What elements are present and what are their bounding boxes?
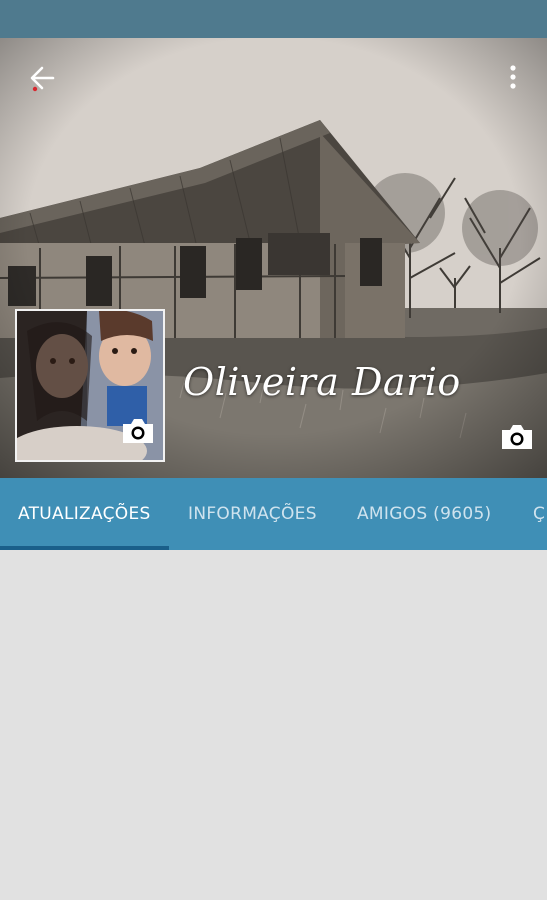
camera-icon <box>120 416 156 450</box>
content-area <box>0 550 547 900</box>
tab-informacoes[interactable]: INFORMAÇÕES <box>188 478 317 550</box>
change-cover-button[interactable] <box>497 422 537 456</box>
profile-tabs: ATUALIZAÇÕES INFORMAÇÕES AMIGOS (9605) Ç <box>0 478 547 550</box>
status-bar <box>0 0 547 38</box>
more-options-button[interactable] <box>489 56 537 104</box>
arrow-left-icon <box>27 63 57 97</box>
camera-icon <box>499 422 535 456</box>
profile-name: Oliveira Dario <box>183 360 461 404</box>
more-vertical-icon <box>508 63 518 97</box>
back-button[interactable] <box>18 56 66 104</box>
tab-atualizacoes[interactable]: ATUALIZAÇÕES <box>18 478 151 550</box>
change-avatar-button[interactable] <box>118 416 158 450</box>
tab-next-partial[interactable]: Ç <box>533 478 545 550</box>
tab-amigos[interactable]: AMIGOS (9605) <box>357 478 492 550</box>
